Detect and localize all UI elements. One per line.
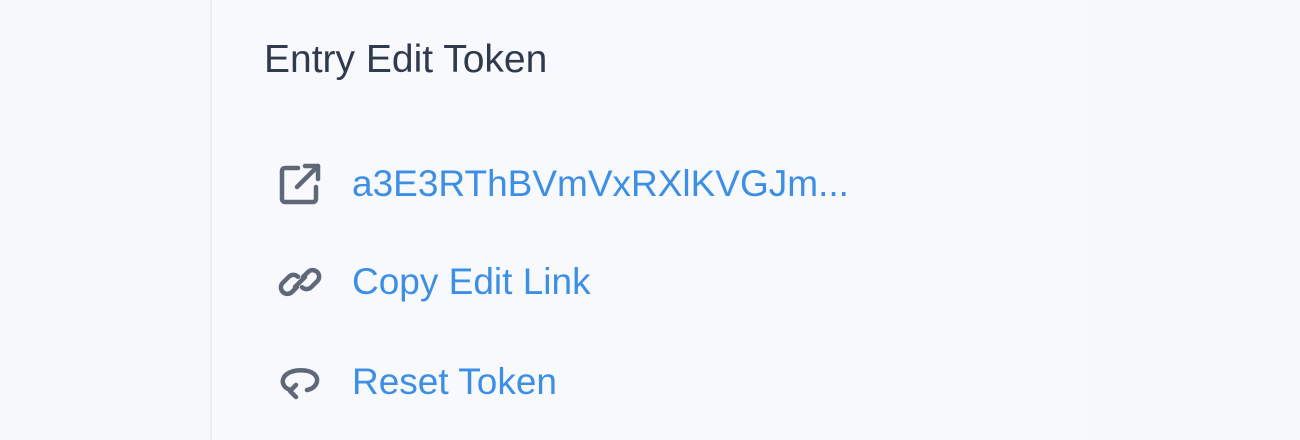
copy-edit-link-label: Copy Edit Link [352,261,591,302]
token-value-label: a3E3RThBVmVxRXlKVGJm... [352,163,849,204]
external-link-icon [274,158,326,210]
reset-token-label: Reset Token [352,361,557,402]
entry-edit-token-panel: Entry Edit Token a3E3RThBVmVxRXlKVGJm... [210,0,1084,440]
link-icon [274,256,326,308]
reset-arrow-icon [274,356,326,408]
reset-token-button[interactable]: Reset Token [274,356,557,408]
panel-title: Entry Edit Token [264,38,548,81]
page: Entry Edit Token a3E3RThBVmVxRXlKVGJm... [0,0,1300,440]
open-token-link[interactable]: a3E3RThBVmVxRXlKVGJm... [274,158,849,210]
copy-edit-link-button[interactable]: Copy Edit Link [274,256,591,308]
